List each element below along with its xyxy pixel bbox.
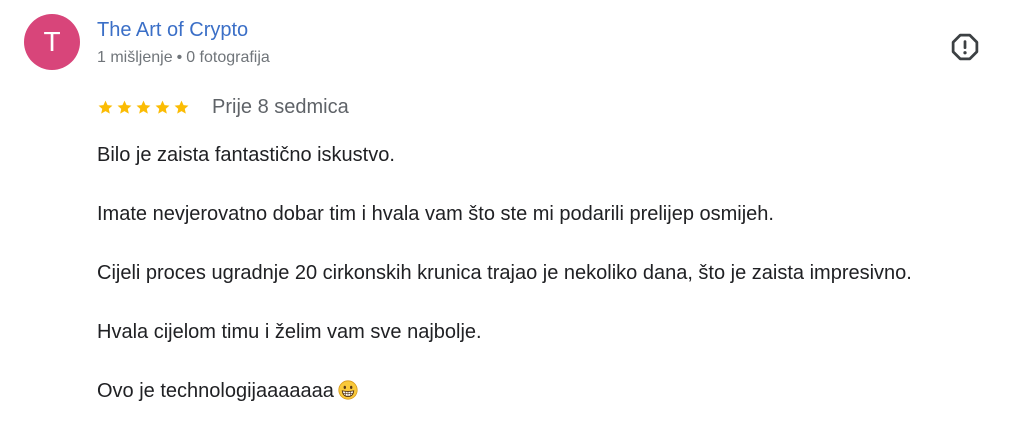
review-paragraph-last: Ovo je technologijaaaaaaa bbox=[97, 377, 997, 436]
review-card: T The Art of Crypto 1 mišljenje • 0 fotogr… bbox=[0, 0, 1024, 437]
author-name-link[interactable]: The Art of Crypto bbox=[97, 19, 248, 42]
avatar[interactable]: T bbox=[24, 14, 80, 70]
star-icon bbox=[136, 100, 151, 114]
review-paragraph: Hvala cijelom timu i želim vam sve najbo… bbox=[97, 321, 482, 343]
reviews-count: 1 mišljenje bbox=[97, 49, 173, 66]
star-rating bbox=[97, 99, 190, 116]
star-icon bbox=[117, 100, 132, 114]
star-icon bbox=[98, 100, 113, 114]
review-paragraph: Bilo je zaista fantastično iskustvo. bbox=[97, 144, 395, 166]
review-paragraph: Imate nevjerovatno dobar tim i hvala vam… bbox=[97, 203, 774, 225]
author-meta: 1 mišljenje • 0 fotografija bbox=[97, 49, 270, 67]
review-text: Bilo je zaista fantastično iskustvo. Ima… bbox=[97, 141, 997, 436]
rating-row: Prije 8 sedmica bbox=[97, 93, 349, 121]
report-flag-icon bbox=[951, 33, 979, 61]
review-paragraph: Cijeli proces ugradnje 20 cirkonskih kru… bbox=[97, 262, 912, 284]
meta-separator: • bbox=[176, 49, 183, 66]
photos-count: 0 fotografija bbox=[186, 49, 270, 66]
star-icon bbox=[155, 100, 170, 114]
grinning-face-emoji bbox=[338, 380, 358, 400]
avatar-initial: T bbox=[43, 26, 61, 57]
review-paragraph-text: Ovo je technologijaaaaaaa bbox=[97, 380, 334, 402]
review-date: Prije 8 sedmica bbox=[212, 95, 349, 118]
report-review-button[interactable] bbox=[949, 31, 981, 63]
star-icon bbox=[174, 100, 189, 114]
